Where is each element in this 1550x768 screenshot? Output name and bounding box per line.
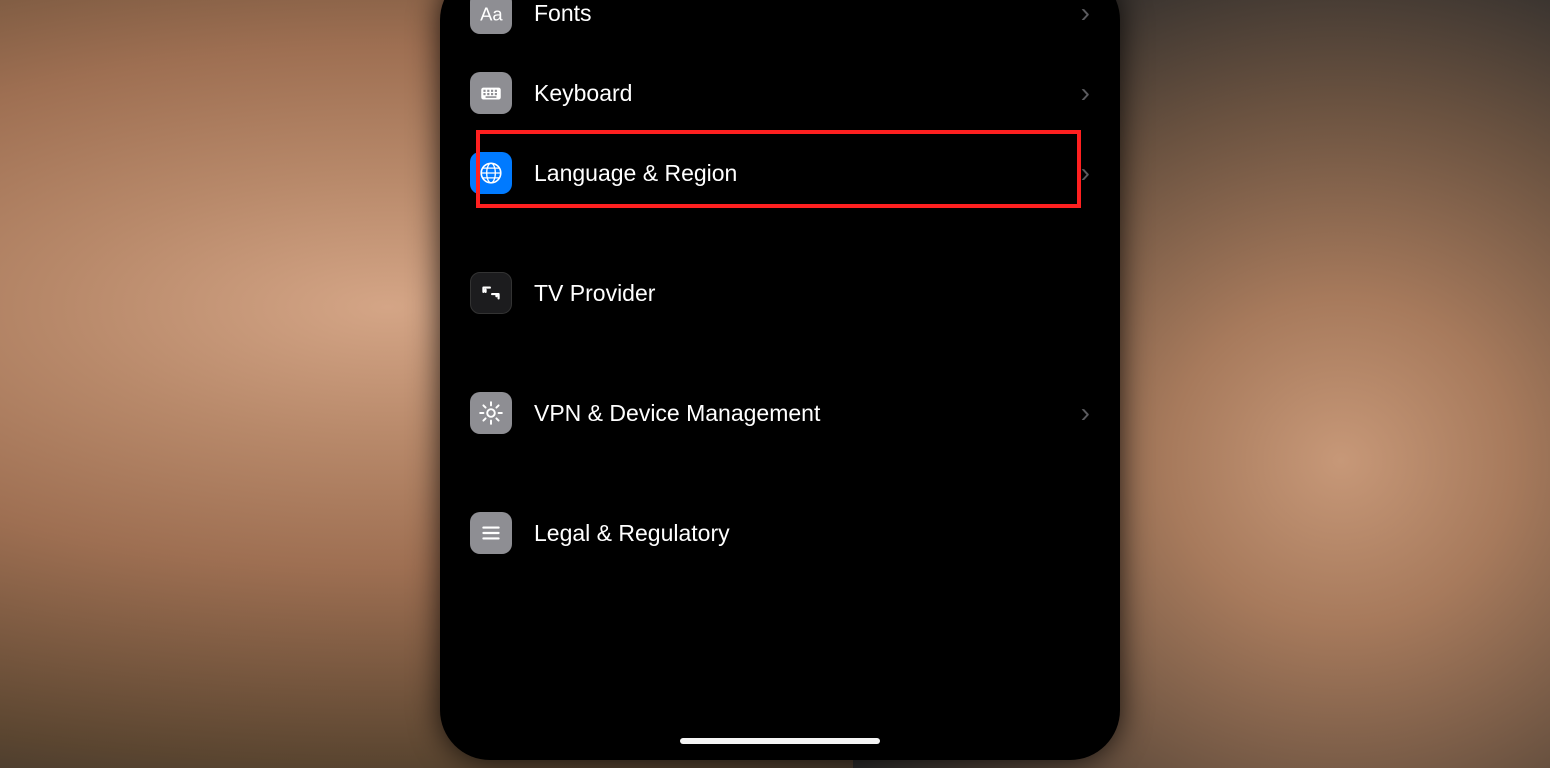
settings-row-keyboard[interactable]: Keyboard › (470, 58, 1090, 128)
globe-icon (470, 152, 512, 194)
chevron-right-icon: › (1081, 77, 1090, 109)
row-label: Legal & Regulatory (534, 520, 1090, 547)
settings-row-language-region[interactable]: Language & Region › (470, 138, 1090, 208)
row-label: VPN & Device Management (534, 400, 1081, 427)
row-label: Keyboard (534, 80, 1081, 107)
row-label: Fonts (534, 0, 1081, 27)
gear-icon (470, 392, 512, 434)
home-indicator[interactable] (680, 738, 880, 744)
chevron-right-icon: › (1081, 157, 1090, 189)
document-icon (470, 512, 512, 554)
settings-row-tv-provider[interactable]: TV Provider (470, 258, 1090, 328)
settings-row-legal-regulatory[interactable]: Legal & Regulatory (470, 498, 1090, 568)
row-label: Language & Region (534, 160, 1081, 187)
phone-frame: Aa Fonts › Keyboard › Language & (440, 0, 1120, 760)
svg-text:Aa: Aa (480, 4, 503, 25)
chevron-right-icon: › (1081, 0, 1090, 29)
chevron-right-icon: › (1081, 397, 1090, 429)
row-label: TV Provider (534, 280, 1090, 307)
fonts-icon: Aa (470, 0, 512, 34)
keyboard-icon (470, 72, 512, 114)
settings-row-fonts[interactable]: Aa Fonts › (470, 0, 1090, 48)
tv-provider-icon (470, 272, 512, 314)
settings-list: Aa Fonts › Keyboard › Language & (470, 0, 1090, 568)
phone-screen: Aa Fonts › Keyboard › Language & (448, 0, 1112, 752)
settings-row-vpn-device-management[interactable]: VPN & Device Management › (470, 378, 1090, 448)
